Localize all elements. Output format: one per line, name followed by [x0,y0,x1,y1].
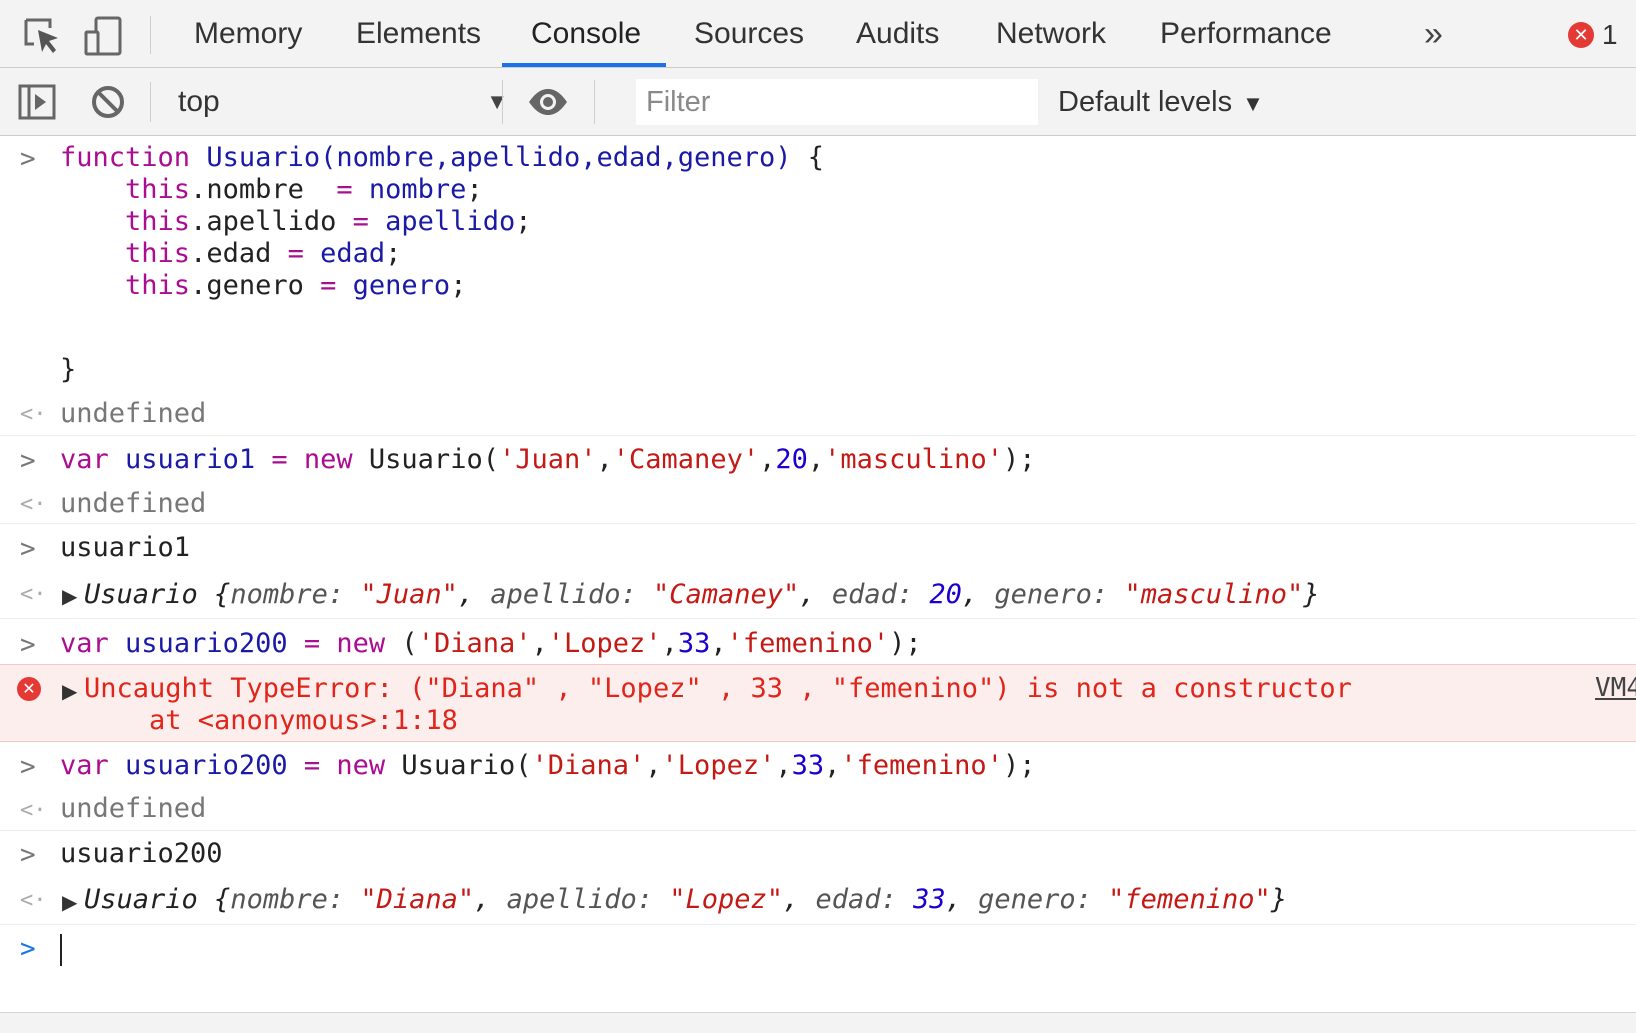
toolbar-divider [150,16,151,54]
console-input[interactable]: usuario200 [60,838,223,870]
return-value-icon: <· [20,798,47,823]
error-icon: ✕ [1568,22,1594,48]
entry-divider [0,618,1636,619]
log-levels-label: Default levels [1058,86,1233,118]
error-text: Uncaught TypeError: ("Diana" , "Lopez" ,… [84,673,1352,736]
expand-triangle-icon[interactable]: ▶ [62,890,77,914]
sidebar-toggle-icon[interactable] [16,80,60,124]
input-prompt-icon: > [20,144,36,174]
text-caret [60,934,62,966]
tab-sources[interactable]: Sources [694,0,804,67]
tab-audits[interactable]: Audits [856,0,939,67]
entry-divider [0,830,1636,831]
tab-network[interactable]: Network [996,0,1106,67]
dropdown-arrow-icon: ▼ [1242,91,1264,116]
console-input-closing-brace: } [60,354,77,385]
console-input[interactable]: usuario1 [60,532,190,564]
console-prompt-input[interactable] [60,934,1560,970]
return-value-icon: <· [20,582,47,607]
error-count-badge[interactable]: ✕ 1 [1568,18,1618,52]
console-input[interactable]: function Usuario(nombre,apellido,edad,ge… [60,142,824,302]
error-source-link[interactable]: VM4 [1595,673,1636,703]
console-input[interactable]: var usuario1 = new Usuario('Juan','Caman… [60,444,1035,476]
return-value-icon: <· [20,492,47,517]
console-toolbar: top ▼ Default levels ▼ [0,68,1636,136]
clear-console-icon[interactable] [86,80,130,124]
console-output[interactable]: > function Usuario(nombre,apellido,edad,… [0,136,1636,1032]
log-levels-dropdown[interactable]: Default levels ▼ [1058,80,1264,124]
input-prompt-icon: > [20,752,36,782]
console-input[interactable]: var usuario200 = new Usuario('Diana','Lo… [60,750,1035,782]
input-prompt-icon: > [20,840,36,870]
expand-triangle-icon[interactable]: ▶ [62,679,77,703]
toolbar-divider [594,80,595,124]
console-result: undefined [60,793,207,824]
active-prompt-icon: > [20,934,36,964]
live-expression-eye-icon[interactable] [526,80,570,124]
inspect-element-icon[interactable] [20,14,64,58]
filter-input[interactable] [636,79,1038,125]
tab-elements[interactable]: Elements [356,0,481,67]
error-count: 1 [1602,19,1618,50]
expand-triangle-icon[interactable]: ▶ [62,584,77,608]
console-input[interactable]: var usuario200 = new ('Diana','Lopez',33… [60,628,922,660]
console-result: undefined [60,488,207,519]
context-selector-value: top [178,85,220,118]
console-object-result[interactable]: Usuario {nombre: "Diana", apellido: "Lop… [84,884,1287,916]
console-error-message[interactable]: ✕ ▶ Uncaught TypeError: ("Diana" , "Lope… [0,664,1636,742]
error-icon: ✕ [17,677,41,701]
input-prompt-icon: > [20,630,36,660]
devtools-tab-bar: Memory Elements Console Sources Audits N… [0,0,1636,68]
return-value-icon: <· [20,888,47,913]
tab-performance[interactable]: Performance [1160,0,1332,67]
device-toolbar-icon[interactable] [82,14,126,58]
tab-console[interactable]: Console [502,0,666,67]
tab-memory[interactable]: Memory [194,0,302,67]
entry-divider [0,924,1636,925]
toolbar-divider [150,82,151,122]
return-value-icon: <· [20,402,47,427]
console-object-result[interactable]: Usuario {nombre: "Juan", apellido: "Cama… [84,579,1320,611]
entry-divider [0,523,1636,524]
drawer-edge [0,1012,1636,1033]
context-selector[interactable]: top ▼ [178,80,508,124]
more-tabs-chevron-icon[interactable]: » [1424,12,1468,56]
toolbar-divider [502,80,503,124]
input-prompt-icon: > [20,534,36,564]
input-prompt-icon: > [20,446,36,476]
console-result: undefined [60,398,207,429]
dropdown-arrow-icon: ▼ [486,89,508,114]
entry-divider [0,435,1636,436]
